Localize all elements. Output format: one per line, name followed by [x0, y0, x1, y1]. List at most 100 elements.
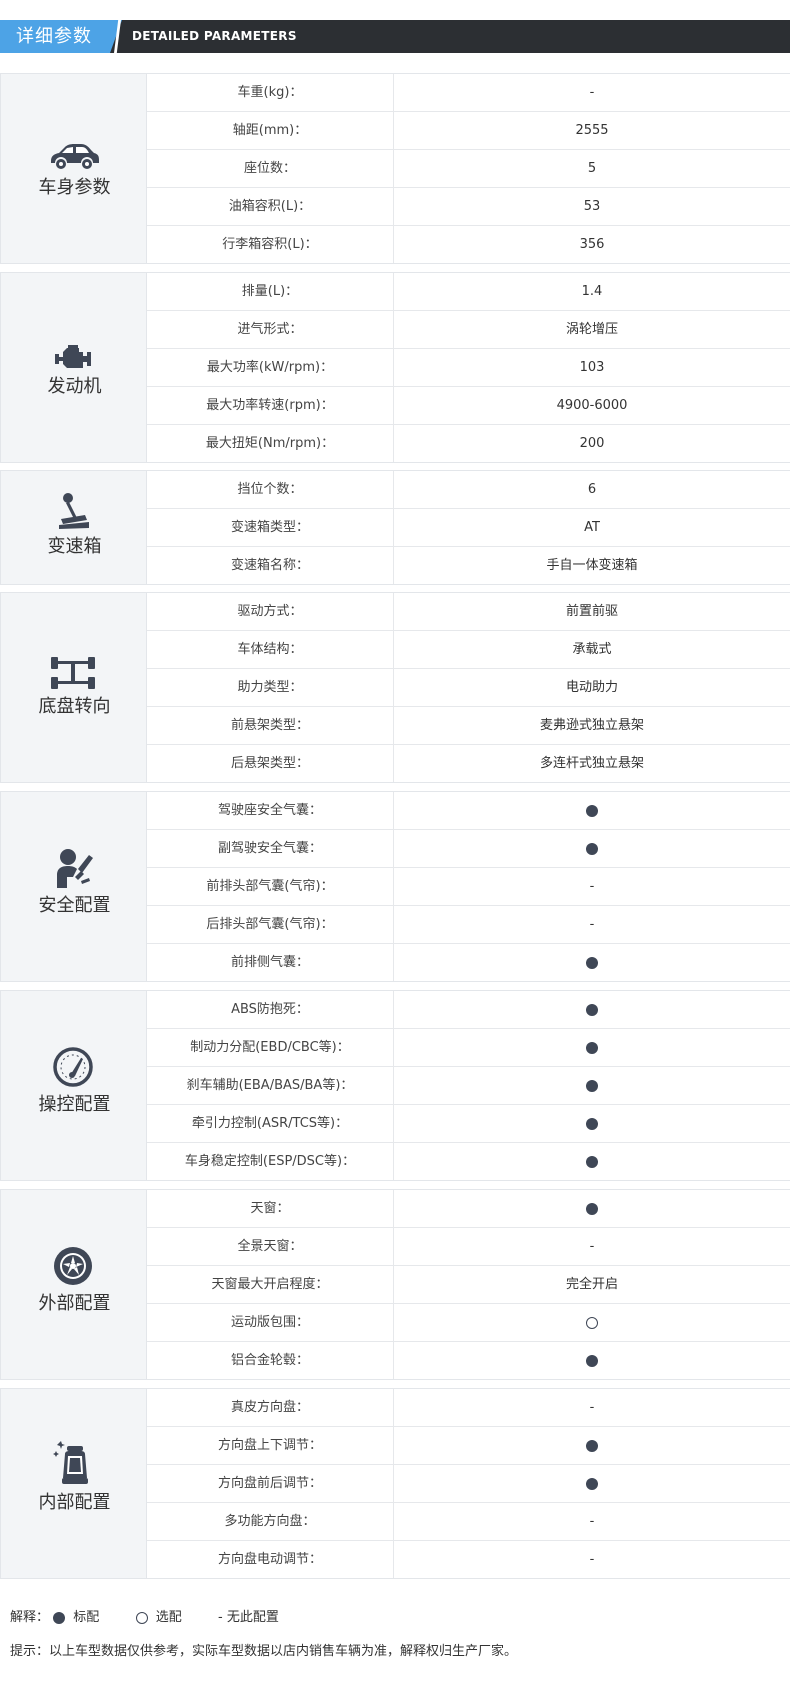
parameter-label: 座位数：: [147, 150, 394, 187]
parameter-label: 后悬架类型：: [147, 745, 394, 782]
standard-dot-icon: [586, 1003, 598, 1016]
parameter-label: 副驾驶安全气囊：: [147, 830, 394, 867]
category-label: 内部配置: [38, 1492, 111, 1513]
parameter-label: 最大功率(kW/rpm)：: [147, 349, 394, 386]
parameter-label: 方向盘前后调节：: [147, 1465, 394, 1502]
section-0: 车身参数 车重(kg)： - 轴距(mm)： 2555 座位数： 5 油箱容积(L)： 53 行李…: [0, 73, 790, 264]
category-label: 操控配置: [38, 1094, 111, 1115]
standard-dot-icon: [586, 1354, 598, 1367]
parameter-label: 后排头部气囊(气帘)：: [147, 906, 394, 943]
table-row: 行李箱容积(L)： 356: [147, 226, 790, 264]
table-row: 前排侧气囊：: [147, 944, 790, 982]
table-row: 车身稳定控制(ESP/DSC等)：: [147, 1143, 790, 1181]
category-cell: 内部配置: [0, 1389, 147, 1578]
standard-dot-icon: [586, 1439, 598, 1452]
parameter-value: 2555: [575, 123, 609, 138]
category-cell: 外部配置: [0, 1190, 147, 1379]
parameter-label: 牵引力控制(ASR/TCS等)：: [147, 1105, 394, 1142]
parameter-label: 真皮方向盘：: [147, 1389, 394, 1426]
parameter-label: 驱动方式：: [147, 593, 394, 630]
legend-none: - 无此配置: [218, 1610, 279, 1625]
table-row: 变速箱类型： AT: [147, 509, 790, 547]
category-cell: 发动机: [0, 273, 147, 462]
parameter-value: AT: [584, 520, 600, 535]
table-row: 方向盘电动调节： -: [147, 1541, 790, 1579]
parameter-value: 手自一体变速箱: [546, 558, 638, 573]
category-label: 发动机: [47, 376, 102, 397]
parameter-label: 前排侧气囊：: [147, 944, 394, 981]
parameter-label: 前悬架类型：: [147, 707, 394, 744]
table-row: 全景天窗： -: [147, 1228, 790, 1266]
table-row: 前排头部气囊(气帘)： -: [147, 868, 790, 906]
parameter-value: 前置前驱: [565, 604, 618, 619]
parameter-value: [394, 944, 790, 981]
section-3: 底盘转向 驱动方式： 前置前驱 车体结构： 承载式 助力类型： 电动助力 前悬架类型： 麦弗逊式…: [0, 592, 790, 783]
parameter-value: 5: [587, 161, 597, 176]
parameter-value: 356: [579, 237, 605, 252]
parameter-value: [394, 991, 790, 1028]
parameter-label: 轴距(mm)：: [147, 112, 394, 149]
parameter-label: 方向盘电动调节：: [147, 1541, 394, 1578]
table-row: 铝合金轮毂：: [147, 1342, 790, 1380]
standard-dot-icon: [586, 1079, 598, 1092]
parameter-value: [394, 830, 790, 867]
standard-dot-icon: [586, 1117, 598, 1130]
legend-prefix: 解释：: [10, 1610, 50, 1625]
parameter-value: 200: [579, 436, 605, 451]
parameter-label: 刹车辅助(EBA/BAS/BA等)：: [147, 1067, 394, 1104]
parameter-value: 承载式: [572, 642, 612, 657]
parameter-value: 1.4: [581, 284, 603, 299]
legend-standard: 标配: [73, 1610, 100, 1625]
section-header: 详细参数 DETAILED PARAMETERS: [0, 20, 790, 53]
parameter-value: -: [589, 879, 595, 894]
table-row: 驱动方式： 前置前驱: [147, 593, 790, 631]
parameter-label: 天窗：: [147, 1190, 394, 1227]
optional-dot-icon: [586, 1316, 598, 1329]
parameter-label: 车重(kg)：: [147, 74, 394, 111]
parameter-value: [394, 792, 790, 829]
parameter-label: 变速箱名称：: [147, 547, 394, 584]
disclaimer-note: 提示：以上车型数据仅供参考，实际车型数据以店内销售车辆为准，解释权归生产厂家。: [10, 1644, 518, 1659]
header-subtitle: DETAILED PARAMETERS: [132, 29, 297, 43]
category-label: 安全配置: [38, 895, 111, 916]
parameter-value: 涡轮增压: [565, 322, 618, 337]
section-4: 安全配置 驾驶座安全气囊： 副驾驶安全气囊： 前排头部气囊(气帘)： - 后排头部气囊(气…: [0, 791, 790, 982]
parameter-value: [394, 1465, 790, 1502]
table-row: 最大扭矩(Nm/rpm)： 200: [147, 425, 790, 463]
standard-dot-icon: [586, 956, 598, 969]
header-title: 详细参数: [16, 26, 92, 47]
table-row: 车体结构： 承载式: [147, 631, 790, 669]
table-row: 轴距(mm)： 2555: [147, 112, 790, 150]
category-label: 车身参数: [38, 177, 111, 198]
category-cell: 安全配置: [0, 792, 147, 981]
parameter-label: 前排头部气囊(气帘)：: [147, 868, 394, 905]
table-row: 后排头部气囊(气帘)： -: [147, 906, 790, 944]
parameter-label: 驾驶座安全气囊：: [147, 792, 394, 829]
parameter-value: 4900-6000: [556, 398, 628, 413]
table-row: 真皮方向盘： -: [147, 1389, 790, 1427]
parameter-label: 变速箱类型：: [147, 509, 394, 546]
standard-dot-icon: [586, 1155, 598, 1168]
parameter-label: 排量(L)：: [147, 273, 394, 310]
category-cell: 底盘转向: [0, 593, 147, 782]
table-row: 最大功率转速(rpm)： 4900-6000: [147, 387, 790, 425]
parameter-label: 天窗最大开启程度：: [147, 1266, 394, 1303]
parameter-label: 行李箱容积(L)：: [147, 226, 394, 263]
parameter-label: ABS防抱死：: [147, 991, 394, 1028]
parameter-value: 103: [579, 360, 605, 375]
parameter-value: 电动助力: [565, 680, 618, 695]
parameter-value: -: [589, 1514, 595, 1529]
parameter-value: -: [589, 1239, 595, 1254]
table-row: 助力类型： 电动助力: [147, 669, 790, 707]
engine-icon: [45, 330, 101, 370]
parameter-value: [394, 1143, 790, 1180]
parameter-label: 最大功率转速(rpm)：: [147, 387, 394, 424]
car-icon: [45, 131, 101, 171]
category-cell: 车身参数: [0, 74, 147, 263]
standard-dot-icon: [586, 842, 598, 855]
table-row: 后悬架类型： 多连杆式独立悬架: [147, 745, 790, 783]
parameter-value: -: [589, 1400, 595, 1415]
parameter-value: 完全开启: [565, 1277, 618, 1292]
standard-dot-icon: [586, 1477, 598, 1490]
table-row: 牵引力控制(ASR/TCS等)：: [147, 1105, 790, 1143]
